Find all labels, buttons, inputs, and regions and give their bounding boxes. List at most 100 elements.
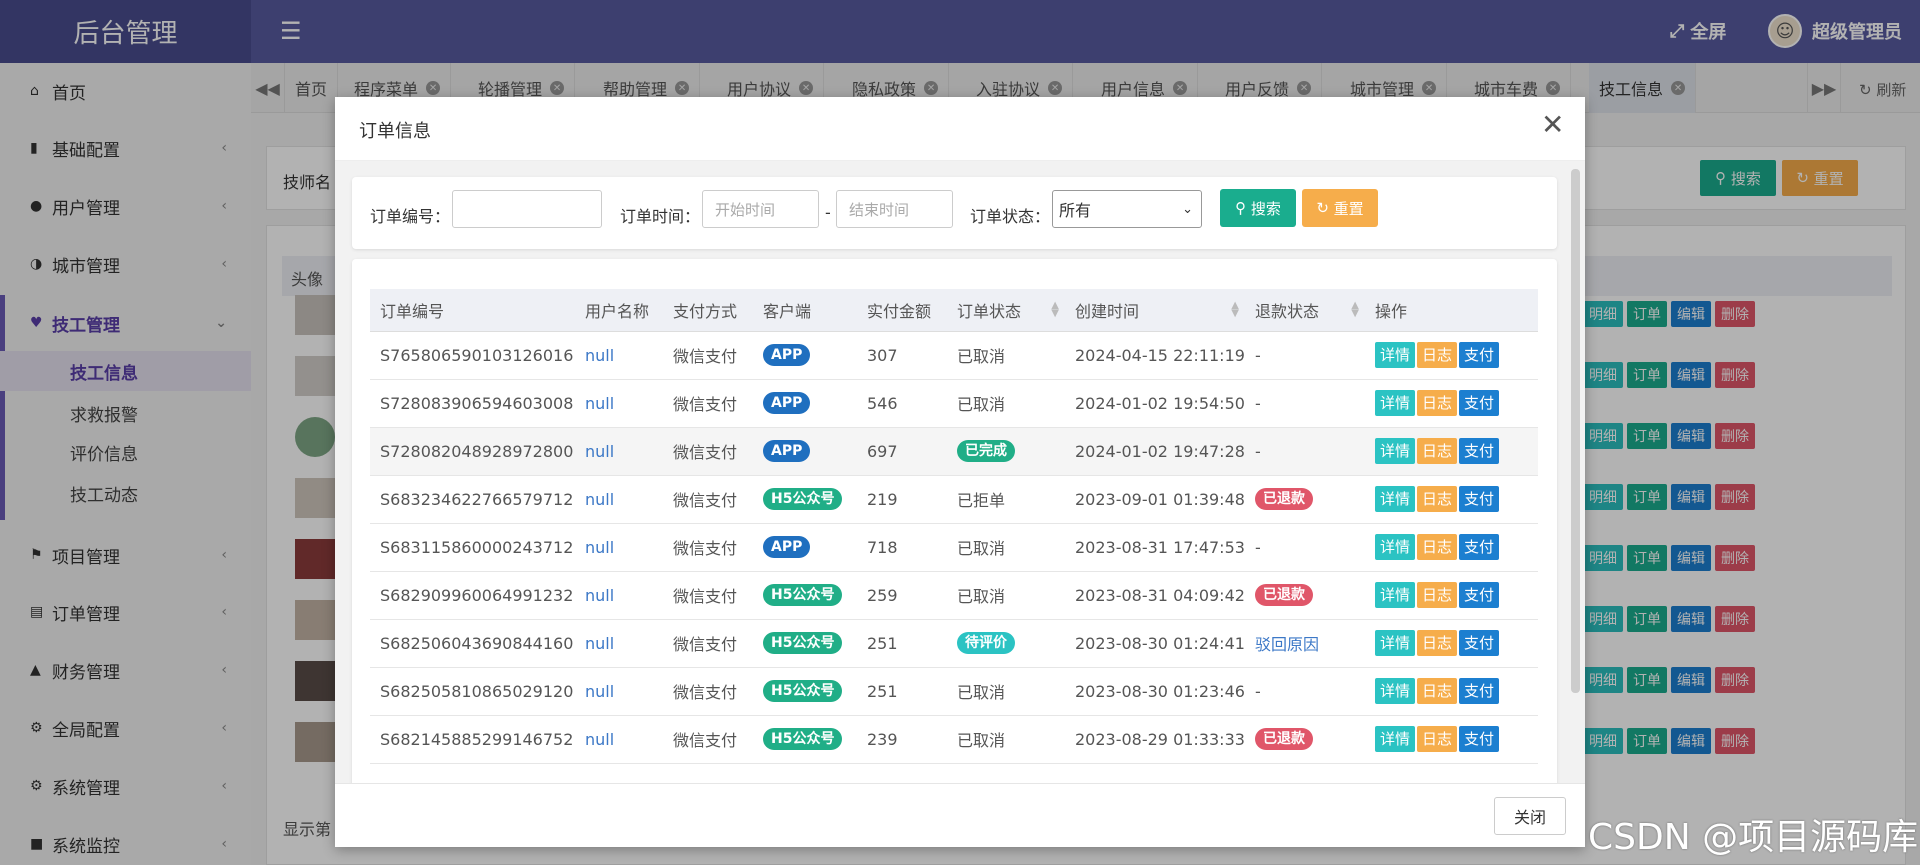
user-name-link[interactable]: null xyxy=(585,346,614,365)
amount-cell: 219 xyxy=(857,475,947,524)
actions-cell: 详情 日志 支付 xyxy=(1365,523,1538,572)
order-no-cell: S682505810865029120 xyxy=(370,667,575,716)
log-button[interactable]: 日志 xyxy=(1417,630,1458,656)
detail-button[interactable]: 详情 xyxy=(1375,582,1416,608)
col-created-time[interactable]: 创建时间 ▲ ▼ xyxy=(1065,289,1245,332)
actions-cell: 详情 日志 支付 xyxy=(1365,475,1538,524)
refund-status-cell: - xyxy=(1245,667,1365,716)
close-button[interactable]: 关闭 xyxy=(1494,797,1566,835)
log-button[interactable]: 日志 xyxy=(1417,534,1458,560)
refund-status-cell: 已退款 xyxy=(1245,475,1365,524)
amount-cell: 546 xyxy=(857,379,947,428)
modal-footer: 关闭 xyxy=(335,783,1585,847)
sort-icon[interactable]: ▲ ▼ xyxy=(1051,301,1059,319)
actions-cell: 详情 日志 支付 xyxy=(1365,619,1538,668)
col-order-no: 订单编号 xyxy=(370,289,575,332)
reset-button[interactable]: ↻ 重置 xyxy=(1302,189,1378,227)
table-row: S682506043690844160 null 微信支付 H5公众号 251 待评价 20… xyxy=(370,619,1538,668)
refund-status-text: - xyxy=(1255,345,1261,365)
pay-method-cell: 微信支付 xyxy=(663,379,753,428)
pay-button[interactable]: 支付 xyxy=(1459,438,1500,464)
order-table: 订单编号 用户名称 支付方式 客户端 实付金额 订单状态 ▲ ▼ 创建时间 ▲ ▼ 退款… xyxy=(370,289,1538,764)
detail-button[interactable]: 详情 xyxy=(1375,630,1416,656)
order-status-cell: 已取消 xyxy=(947,379,1065,428)
order-no-cell: S765806590103126016 xyxy=(370,331,575,380)
pay-button[interactable]: 支付 xyxy=(1459,486,1500,512)
log-button[interactable]: 日志 xyxy=(1417,726,1458,752)
sort-icon[interactable]: ▲ ▼ xyxy=(1231,301,1239,319)
user-name-link[interactable]: null xyxy=(585,634,614,653)
client-badge: APP xyxy=(763,392,811,414)
table-row: S683115860000243712 null 微信支付 APP 718 已取消 2023… xyxy=(370,523,1538,572)
order-no-input[interactable] xyxy=(452,190,602,228)
search-button[interactable]: ⚲ 搜索 xyxy=(1220,189,1296,227)
order-no-cell: S683234622766579712 xyxy=(370,475,575,524)
client-cell: H5公众号 xyxy=(753,715,857,764)
start-time-input[interactable]: 开始时间 xyxy=(702,190,819,228)
refund-status-cell: - xyxy=(1245,379,1365,428)
sort-icon[interactable]: ▲ ▼ xyxy=(1351,301,1359,319)
col-order-status[interactable]: 订单状态 ▲ ▼ xyxy=(947,289,1065,332)
created-time-cell: 2023-09-01 01:39:48 xyxy=(1065,475,1245,524)
table-row: S728082048928972800 null 微信支付 APP 697 已完成 2024… xyxy=(370,427,1538,476)
pay-button[interactable]: 支付 xyxy=(1459,726,1500,752)
refund-status-badge: 已退款 xyxy=(1255,728,1313,750)
detail-button[interactable]: 详情 xyxy=(1375,486,1416,512)
log-button[interactable]: 日志 xyxy=(1417,390,1458,416)
created-time-cell: 2023-08-30 01:24:41 xyxy=(1065,619,1245,668)
log-button[interactable]: 日志 xyxy=(1417,438,1458,464)
client-cell: H5公众号 xyxy=(753,667,857,716)
created-time-cell: 2023-08-29 01:33:33 xyxy=(1065,715,1245,764)
col-pay-method: 支付方式 xyxy=(663,289,753,332)
log-button[interactable]: 日志 xyxy=(1417,678,1458,704)
order-status-select[interactable]: 所有 ⌄ xyxy=(1052,190,1202,228)
user-name-link[interactable]: null xyxy=(585,442,614,461)
detail-button[interactable]: 详情 xyxy=(1375,678,1416,704)
reject-reason-link[interactable]: 驳回原因 xyxy=(1255,635,1319,654)
detail-button[interactable]: 详情 xyxy=(1375,390,1416,416)
pay-button[interactable]: 支付 xyxy=(1459,630,1500,656)
order-no-cell: S728082048928972800 xyxy=(370,427,575,476)
created-time-cell: 2024-01-02 19:54:50 xyxy=(1065,379,1245,428)
created-time-cell: 2023-08-31 04:09:42 xyxy=(1065,571,1245,620)
client-badge: APP xyxy=(763,536,811,558)
client-cell: H5公众号 xyxy=(753,571,857,620)
user-name-link[interactable]: null xyxy=(585,682,614,701)
refund-status-text: - xyxy=(1255,441,1261,461)
order-no-cell: S682506043690844160 xyxy=(370,619,575,668)
pay-button[interactable]: 支付 xyxy=(1459,342,1500,368)
detail-button[interactable]: 详情 xyxy=(1375,342,1416,368)
table-row: S765806590103126016 null 微信支付 APP 307 已取消 2024… xyxy=(370,331,1538,380)
col-actions: 操作 xyxy=(1365,289,1538,332)
user-name-link[interactable]: null xyxy=(585,490,614,509)
table-row: S683234622766579712 null 微信支付 H5公众号 219 已拒单 20… xyxy=(370,475,1538,524)
detail-button[interactable]: 详情 xyxy=(1375,534,1416,560)
user-name-link[interactable]: null xyxy=(585,394,614,413)
col-refund-status[interactable]: 退款状态 ▲ ▼ xyxy=(1245,289,1365,332)
actions-cell: 详情 日志 支付 xyxy=(1365,715,1538,764)
order-no-cell: S728083906594603008 xyxy=(370,379,575,428)
log-button[interactable]: 日志 xyxy=(1417,486,1458,512)
pay-button[interactable]: 支付 xyxy=(1459,582,1500,608)
pay-button[interactable]: 支付 xyxy=(1459,534,1500,560)
detail-button[interactable]: 详情 xyxy=(1375,726,1416,752)
user-name-cell: null xyxy=(575,571,663,620)
log-button[interactable]: 日志 xyxy=(1417,582,1458,608)
user-name-link[interactable]: null xyxy=(585,730,614,749)
pay-button[interactable]: 支付 xyxy=(1459,390,1500,416)
user-name-cell: null xyxy=(575,715,663,764)
user-name-link[interactable]: null xyxy=(585,538,614,557)
user-name-cell: null xyxy=(575,475,663,524)
client-cell: APP xyxy=(753,523,857,572)
log-button[interactable]: 日志 xyxy=(1417,342,1458,368)
created-time-cell: 2023-08-30 01:23:46 xyxy=(1065,667,1245,716)
close-icon[interactable]: ✕ xyxy=(1541,111,1564,139)
end-time-input[interactable]: 结束时间 xyxy=(836,190,953,228)
client-badge: H5公众号 xyxy=(763,584,843,606)
order-no-cell: S683115860000243712 xyxy=(370,523,575,572)
pay-button[interactable]: 支付 xyxy=(1459,678,1500,704)
detail-button[interactable]: 详情 xyxy=(1375,438,1416,464)
modal-scrollbar[interactable] xyxy=(1571,169,1580,693)
user-name-cell: null xyxy=(575,667,663,716)
user-name-link[interactable]: null xyxy=(585,586,614,605)
